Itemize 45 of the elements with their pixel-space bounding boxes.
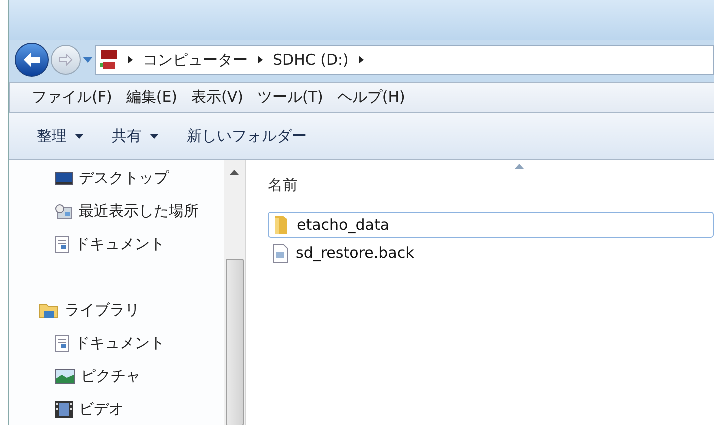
film-strip-icon xyxy=(55,401,73,418)
landscape-picture-icon xyxy=(55,369,75,384)
nav-item[interactable]: ドキュメント xyxy=(75,233,165,256)
sort-ascending-icon xyxy=(515,164,524,169)
toolbar-button[interactable]: 整理 xyxy=(37,124,84,148)
document-icon xyxy=(55,236,69,253)
breadcrumb-arrow-icon xyxy=(258,56,263,64)
nav-item[interactable]: ドキュメント xyxy=(75,332,165,355)
address-bar[interactable]: コンピューター SDHC (D:) xyxy=(95,45,714,75)
nav-item[interactable]: デスクトップ xyxy=(79,167,169,190)
library-folder-icon xyxy=(39,302,59,318)
nav-item[interactable]: ビデオ xyxy=(79,398,124,421)
toolbar-button[interactable]: 新しいフォルダー xyxy=(187,124,307,148)
nav-item[interactable]: ピクチャ xyxy=(81,365,141,388)
menu-item[interactable]: 編集(E) xyxy=(126,86,178,109)
nav-item[interactable]: 最近表示した場所 xyxy=(79,200,199,223)
file-icon xyxy=(273,244,288,262)
menu-item[interactable]: ヘルプ(H) xyxy=(337,86,406,109)
breadcrumb-arrow-icon xyxy=(128,56,133,64)
file-name: sd_restore.back xyxy=(296,242,414,264)
sd-card-logo-icon xyxy=(100,49,118,71)
breadcrumb-arrow-icon xyxy=(358,56,364,64)
breadcrumb[interactable]: SDHC (D:) xyxy=(273,48,349,72)
monitor-icon xyxy=(55,172,73,186)
file-name: etacho_data xyxy=(297,214,390,236)
file-row[interactable]: sd_restore.back xyxy=(268,240,714,266)
nav-item[interactable]: ライブラリ xyxy=(65,299,140,322)
left-arrow-icon xyxy=(23,52,41,68)
dropdown-caret-icon xyxy=(75,134,84,138)
breadcrumb[interactable]: コンピューター xyxy=(143,48,248,72)
column-header[interactable]: 名前 xyxy=(268,174,298,202)
menu-item[interactable]: ファイル(F) xyxy=(32,86,112,109)
folder-icon xyxy=(273,215,289,235)
scroll-up-arrow-icon xyxy=(230,170,239,175)
menu-item[interactable]: 表示(V) xyxy=(192,86,244,109)
right-arrow-icon xyxy=(59,54,73,66)
scrollbar-thumb[interactable] xyxy=(226,259,244,425)
back-button[interactable] xyxy=(15,43,49,77)
dropdown-caret-icon xyxy=(150,134,159,138)
menu-item[interactable]: ツール(T) xyxy=(258,86,324,109)
file-row[interactable]: etacho_data xyxy=(268,212,714,238)
toolbar-button[interactable]: 共有 xyxy=(112,124,159,148)
document-icon xyxy=(55,335,69,352)
clock-folder-icon xyxy=(55,204,73,220)
dropdown-caret-icon xyxy=(83,57,93,63)
